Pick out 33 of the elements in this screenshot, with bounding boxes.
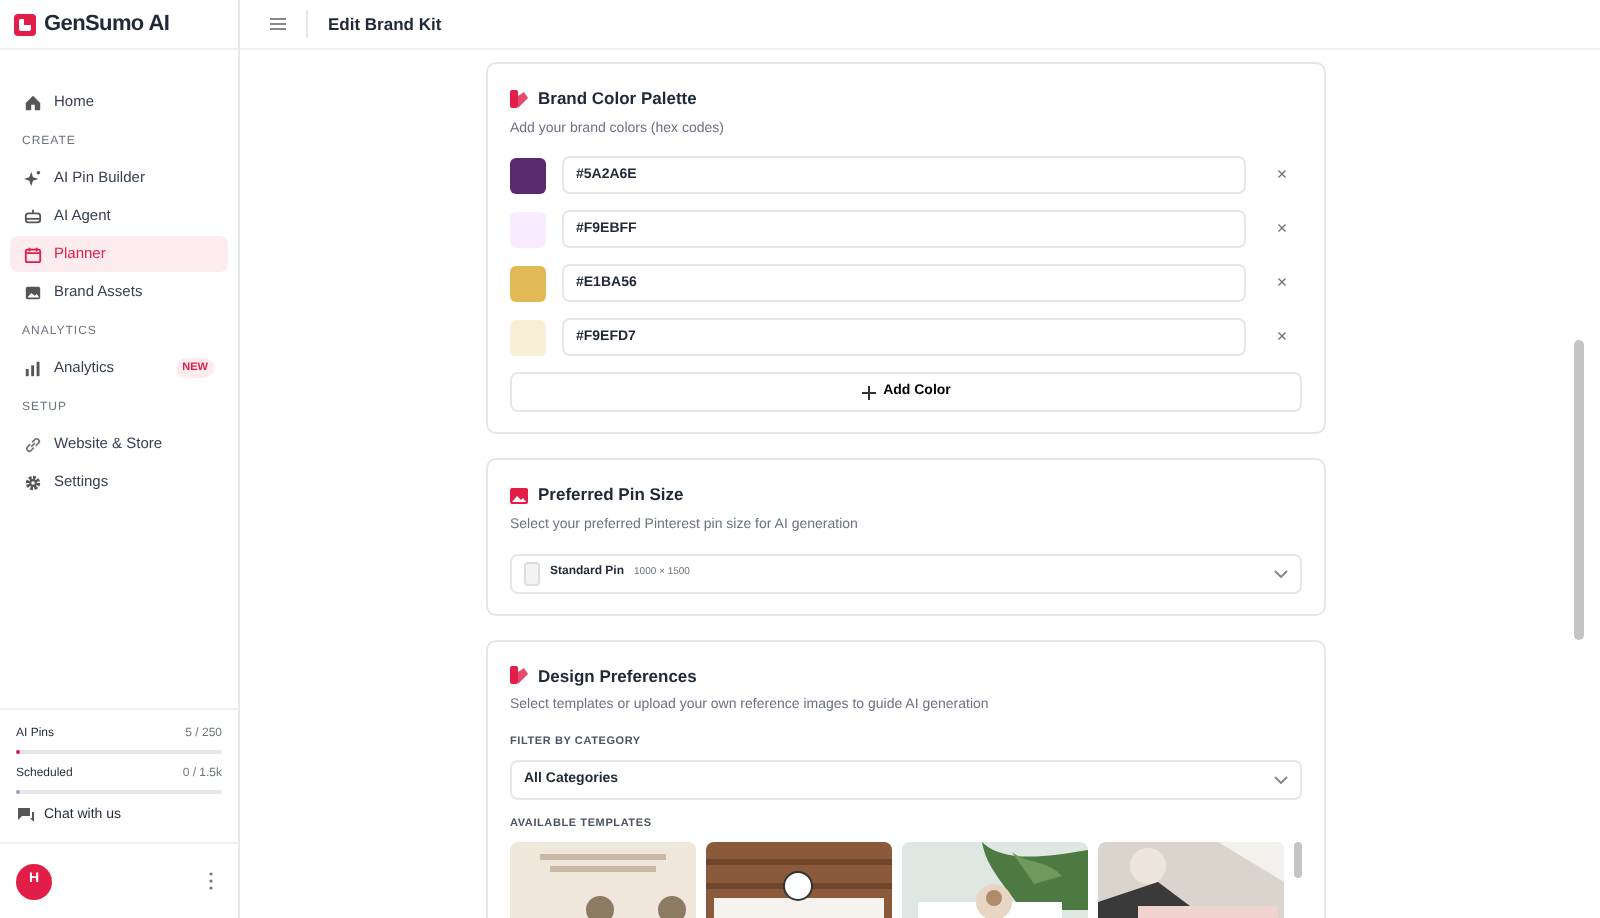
home-icon bbox=[24, 93, 42, 111]
calendar-icon bbox=[24, 245, 42, 263]
card-title: Brand Color Palette bbox=[538, 86, 697, 112]
chevron-down-icon bbox=[1274, 569, 1288, 577]
remove-button[interactable]: × bbox=[1262, 270, 1302, 297]
menu-icon[interactable] bbox=[270, 18, 286, 30]
image-icon bbox=[510, 487, 528, 504]
gear-icon bbox=[24, 473, 42, 491]
scrollbar[interactable] bbox=[1574, 340, 1584, 640]
robot-icon bbox=[24, 207, 42, 225]
color-swatch[interactable] bbox=[510, 265, 546, 302]
remove-button[interactable]: × bbox=[1262, 324, 1302, 351]
link-icon bbox=[24, 435, 42, 453]
scrollbar[interactable] bbox=[1294, 842, 1302, 879]
image-icon bbox=[24, 283, 42, 301]
pin-shape-icon bbox=[524, 561, 540, 585]
palette-icon bbox=[510, 666, 528, 685]
remove-button[interactable]: × bbox=[1262, 216, 1302, 243]
card-title: Design Preferences bbox=[538, 663, 697, 689]
more-icon[interactable] bbox=[208, 872, 214, 890]
color-swatch[interactable] bbox=[510, 319, 546, 356]
plus-icon bbox=[861, 385, 876, 400]
page-title: Edit Brand Kit bbox=[328, 11, 442, 37]
chevron-down-icon bbox=[1274, 776, 1288, 784]
logo-icon bbox=[14, 13, 36, 35]
logo-text: GenSumo AI bbox=[44, 9, 170, 40]
color-swatch[interactable] bbox=[510, 157, 546, 194]
chat-icon bbox=[16, 806, 36, 825]
sparkle-icon bbox=[24, 169, 42, 187]
bar-chart-icon bbox=[24, 359, 42, 377]
remove-button[interactable]: × bbox=[1262, 162, 1302, 189]
palette-icon bbox=[510, 89, 528, 108]
card-title: Preferred Pin Size bbox=[538, 482, 684, 508]
